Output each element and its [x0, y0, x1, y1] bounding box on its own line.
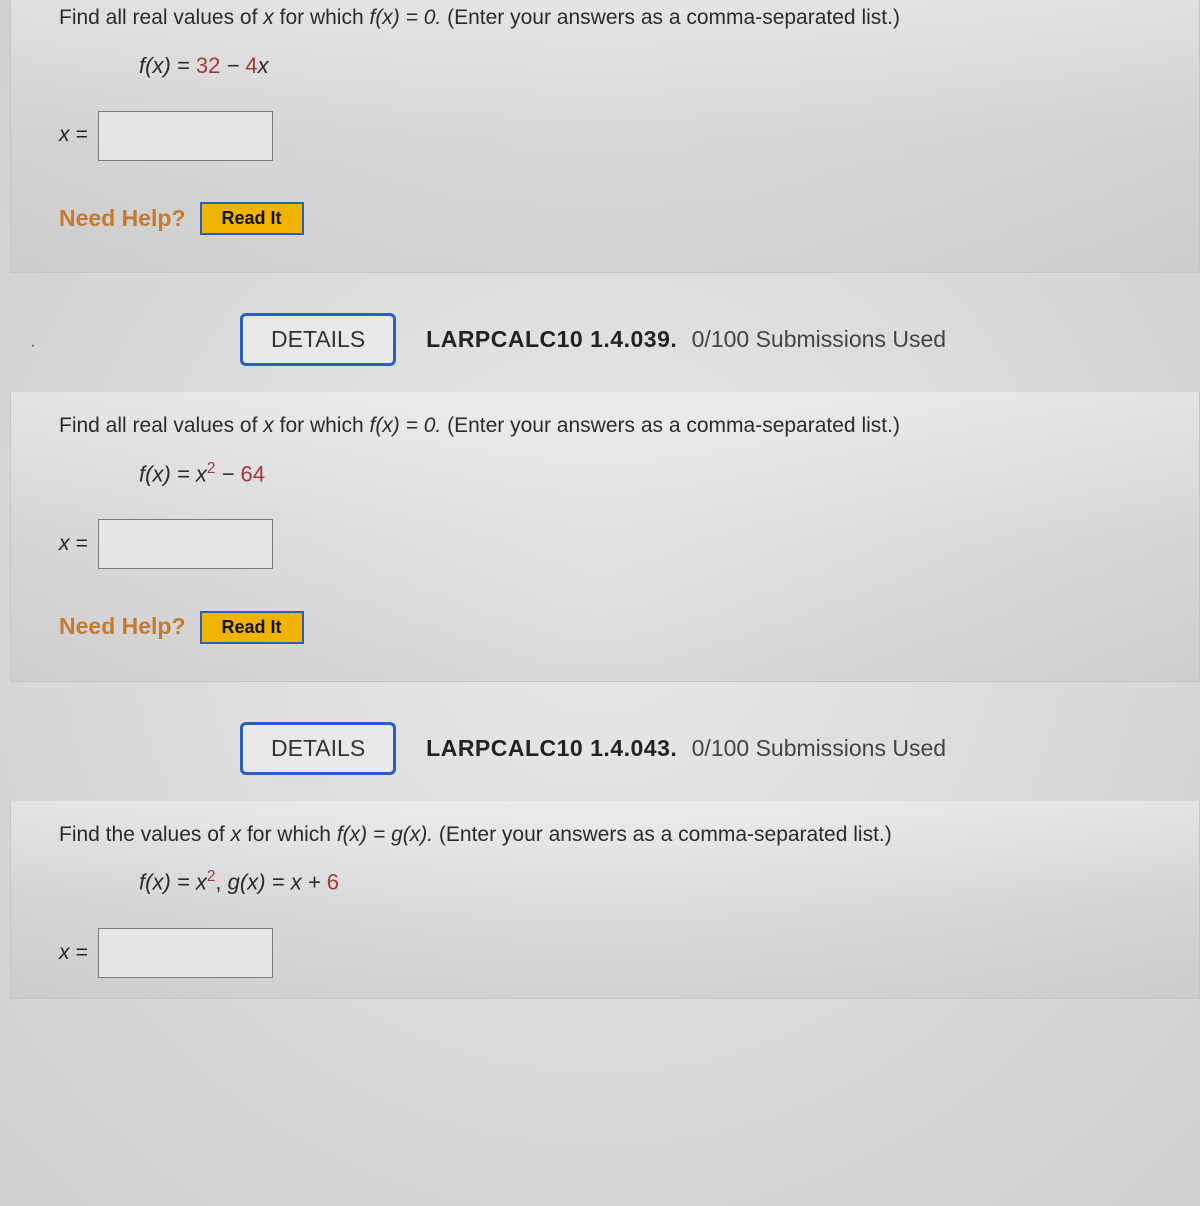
answer-row: x = — [59, 111, 1169, 161]
read-it-button[interactable]: Read It — [200, 202, 304, 235]
eq-f-lhs: f(x) = x — [139, 870, 207, 895]
details-button[interactable]: DETAILS — [240, 722, 396, 775]
answer-row: x = — [59, 928, 1169, 978]
submissions-used: 0/100 Submissions Used — [692, 735, 946, 761]
question-2-box: Find all real values of x for which f(x)… — [10, 392, 1200, 682]
prompt-text: (Enter your answers as a comma-separated… — [441, 414, 900, 437]
prompt-var: x — [231, 823, 242, 846]
prompt-text: Find all real values of — [59, 6, 263, 29]
eq-num: 32 — [196, 53, 220, 78]
question-3-header: DETAILS LARPCALC10 1.4.043. 0/100 Submis… — [10, 682, 1200, 801]
prompt-text: for which — [274, 414, 370, 437]
question-1-box: Find all real values of x for which f(x)… — [10, 0, 1200, 273]
details-button[interactable]: DETAILS — [240, 313, 396, 366]
answer-row: x = — [59, 519, 1169, 569]
reference-code: LARPCALC10 1.4.039. — [426, 326, 677, 352]
help-row: Need Help? Read It — [59, 201, 1169, 237]
prompt-text: Find the values of — [59, 823, 231, 846]
prompt-text: (Enter your answers as a comma-separated… — [441, 6, 900, 29]
prompt-var: x — [263, 6, 274, 29]
prompt-text: Find all real values of — [59, 414, 263, 437]
prompt-fx: f(x) = 0. — [369, 6, 441, 29]
eq-sep: , — [215, 870, 227, 895]
eq-num: 6 — [327, 870, 339, 895]
answer-label: x = — [59, 528, 88, 561]
need-help-label: Need Help? — [59, 201, 186, 237]
question-1-prompt: Find all real values of x for which f(x)… — [59, 2, 1169, 35]
question-2-prompt: Find all real values of x for which f(x)… — [59, 410, 1169, 443]
question-3-prompt: Find the values of x for which f(x) = g(… — [59, 819, 1169, 852]
answer-label: x = — [59, 937, 88, 970]
eq-num: 64 — [240, 461, 264, 486]
eq-g-lhs: g(x) = x + — [228, 870, 327, 895]
question-number: . — [30, 327, 210, 353]
prompt-text: (Enter your answers as a comma-separated… — [433, 823, 892, 846]
answer-input[interactable] — [98, 519, 273, 569]
eq-lhs: f(x) = x — [139, 461, 207, 486]
question-3-box: Find the values of x for which f(x) = g(… — [10, 801, 1200, 999]
question-1-equation: f(x) = 32 − 4x — [139, 49, 1169, 83]
need-help-label: Need Help? — [59, 609, 186, 645]
eq-num: 4 — [245, 53, 257, 78]
eq-op: − — [220, 53, 245, 78]
prompt-fx: f(x) = g(x). — [337, 823, 433, 846]
answer-input[interactable] — [98, 111, 273, 161]
eq-lhs: f(x) = — [139, 53, 196, 78]
prompt-var: x — [263, 414, 274, 437]
answer-input[interactable] — [98, 928, 273, 978]
question-3-equation: f(x) = x2, g(x) = x + 6 — [139, 865, 1169, 899]
submissions-used: 0/100 Submissions Used — [692, 326, 946, 352]
read-it-button[interactable]: Read It — [200, 611, 304, 644]
eq-var: x — [258, 53, 269, 78]
reference-block: LARPCALC10 1.4.043. 0/100 Submissions Us… — [426, 735, 946, 762]
prompt-text: for which — [241, 823, 337, 846]
prompt-text: for which — [274, 6, 370, 29]
eq-op: − — [215, 461, 240, 486]
reference-block: LARPCALC10 1.4.039. 0/100 Submissions Us… — [426, 326, 946, 353]
reference-code: LARPCALC10 1.4.043. — [426, 735, 677, 761]
prompt-fx: f(x) = 0. — [369, 414, 441, 437]
answer-label: x = — [59, 119, 88, 152]
question-2-equation: f(x) = x2 − 64 — [139, 457, 1169, 491]
question-2-header: . DETAILS LARPCALC10 1.4.039. 0/100 Subm… — [10, 273, 1200, 392]
help-row: Need Help? Read It — [59, 609, 1169, 645]
